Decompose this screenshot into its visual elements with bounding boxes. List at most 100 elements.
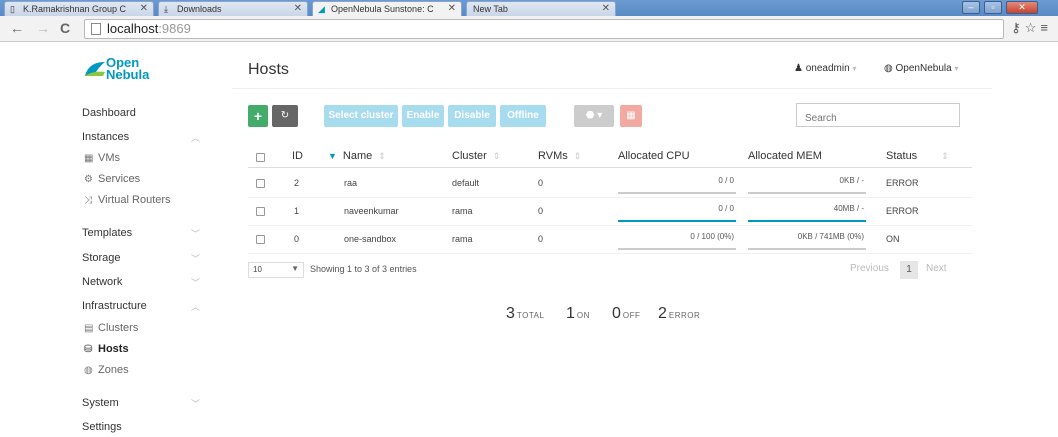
cell-name: one-sandbox bbox=[344, 234, 397, 244]
close-icon[interactable]: ✕ bbox=[294, 3, 302, 14]
sidebar-item-vms[interactable]: ▦ VMs bbox=[84, 152, 202, 164]
sort-icon: ⇕ bbox=[941, 151, 949, 161]
column-label: Allocated MEM bbox=[748, 150, 822, 162]
back-arrow-icon[interactable]: ← bbox=[10, 20, 24, 36]
sidebar-item-label: System bbox=[82, 397, 119, 409]
sidebar-item-system[interactable]: System ﹀ bbox=[82, 397, 200, 409]
sidebar-item-zones[interactable]: ◍ Zones bbox=[84, 364, 202, 376]
table-row[interactable]: 0 one-sandbox rama 0 0 / 100 (0%) 0KB / … bbox=[248, 226, 972, 254]
offline-button[interactable]: Offline bbox=[500, 105, 546, 127]
sidebar-item-label: Templates bbox=[82, 227, 133, 239]
column-id[interactable]: ID bbox=[292, 150, 303, 162]
close-icon[interactable]: ✕ bbox=[602, 3, 610, 14]
cell-rvms: 0 bbox=[538, 178, 544, 188]
browser-tab[interactable]: New Tab ✕ bbox=[466, 1, 616, 16]
disable-button[interactable]: Disable bbox=[448, 105, 496, 127]
minimize-button[interactable]: – bbox=[962, 1, 980, 14]
cell-id: 2 bbox=[294, 178, 300, 188]
on-count: 1 bbox=[566, 305, 575, 322]
sort-icon: ⇕ bbox=[378, 151, 386, 161]
table-row[interactable]: 1 naveenkumar rama 0 0 / 0 40MB / - ERRO… bbox=[248, 198, 972, 226]
sidebar-item-hosts[interactable]: ⛁ Hosts bbox=[84, 343, 202, 355]
browser-tab[interactable]: ⤓ Downloads ✕ bbox=[158, 1, 308, 16]
column-status[interactable]: Status ⇕ bbox=[886, 150, 949, 162]
previous-page-button[interactable]: Previous bbox=[850, 263, 889, 274]
cell-rvms: 0 bbox=[538, 206, 544, 216]
table-header: ID ▼ Name ⇕ Cluster ⇕ RVMs ⇕ Allocated CPU A… bbox=[248, 148, 972, 168]
cell-cluster: rama bbox=[452, 206, 473, 216]
off-count: 0 bbox=[612, 305, 621, 322]
row-checkbox[interactable] bbox=[256, 207, 265, 216]
key-icon[interactable]: ⚷ bbox=[1011, 20, 1025, 35]
cell-id: 1 bbox=[294, 206, 300, 216]
url-port: :9869 bbox=[158, 21, 191, 36]
main-content: Hosts ♟ oneadmin ▾ ◍ OpenNebula ▾ + ↻ Se… bbox=[232, 43, 992, 437]
refresh-button[interactable]: ↻ bbox=[272, 105, 298, 127]
user-icon: ♟ bbox=[794, 63, 803, 74]
sort-asc-icon: ▼ bbox=[328, 151, 337, 161]
column-allocated-cpu[interactable]: Allocated CPU bbox=[618, 150, 690, 162]
zone-menu[interactable]: ◍ OpenNebula ▾ bbox=[884, 63, 958, 74]
cell-cluster: default bbox=[452, 178, 480, 188]
sidebar-item-templates[interactable]: Templates ﹀ bbox=[82, 227, 200, 239]
column-label: Allocated CPU bbox=[618, 150, 690, 162]
cpu-text: 0 / 100 (0%) bbox=[690, 232, 734, 241]
table-row[interactable]: 2 raa default 0 0 / 0 0KB / - ERROR bbox=[248, 170, 972, 198]
delete-button[interactable]: ▦ bbox=[620, 105, 642, 127]
create-host-button[interactable]: + bbox=[248, 105, 268, 127]
column-rvms[interactable]: RVMs ⇕ bbox=[538, 150, 581, 162]
column-allocated-mem[interactable]: Allocated MEM bbox=[748, 150, 822, 162]
mem-meter: 0KB / 741MB (0%) bbox=[748, 230, 866, 250]
page-length-select[interactable]: 10 ▼ bbox=[248, 262, 304, 278]
column-cluster[interactable]: Cluster ⇕ bbox=[452, 150, 500, 162]
sidebar-item-settings[interactable]: Settings bbox=[82, 421, 200, 433]
entries-info: Showing 1 to 3 of 3 entries bbox=[310, 264, 417, 274]
sidebar-item-instances[interactable]: Instances ︿ bbox=[82, 131, 200, 143]
sort-icon: ⇕ bbox=[492, 151, 501, 161]
sidebar-item-dashboard[interactable]: Dashboard bbox=[82, 107, 200, 119]
close-window-button[interactable]: ✕ bbox=[1006, 1, 1038, 14]
browser-tab[interactable]: ▯ K.Ramakrishnan Group C ✕ bbox=[4, 1, 154, 16]
opennebula-favicon-icon: ◢ bbox=[318, 4, 325, 14]
mem-text: 0KB / 741MB (0%) bbox=[797, 232, 864, 241]
forward-arrow-icon[interactable]: → bbox=[36, 20, 50, 36]
user-menu[interactable]: ♟ oneadmin ▾ bbox=[794, 63, 856, 74]
sidebar-item-services[interactable]: ⚙ Services bbox=[84, 173, 202, 185]
labels-button[interactable]: ⬣ ▾ bbox=[574, 105, 614, 127]
chevron-up-icon: ︿ bbox=[190, 302, 200, 312]
cell-cluster: rama bbox=[452, 234, 473, 244]
next-page-button[interactable]: Next bbox=[926, 263, 947, 274]
sidebar-item-infrastructure[interactable]: Infrastructure ︿ bbox=[82, 300, 200, 312]
maximize-button[interactable]: ▫ bbox=[984, 1, 1002, 14]
search-input[interactable] bbox=[796, 103, 960, 127]
mem-meter: 40MB / - bbox=[748, 202, 866, 222]
total-label: TOTAL bbox=[516, 311, 545, 320]
sidebar-item-network[interactable]: Network ﹀ bbox=[82, 276, 200, 288]
menu-icon[interactable]: ≡ bbox=[1040, 20, 1052, 35]
address-bar[interactable]: localhost:9869 bbox=[84, 19, 1004, 39]
select-cluster-button[interactable]: Select cluster bbox=[324, 105, 398, 127]
row-checkbox[interactable] bbox=[256, 235, 265, 244]
close-icon[interactable]: ✕ bbox=[448, 3, 456, 14]
browser-tab-strip: ▯ K.Ramakrishnan Group C ✕ ⤓ Downloads ✕… bbox=[0, 0, 1058, 16]
services-icon: ⚙ bbox=[84, 174, 93, 185]
sidebar-item-label: Dashboard bbox=[82, 107, 136, 119]
globe-icon: ◍ bbox=[884, 63, 893, 74]
sidebar-item-virtual-routers[interactable]: ⤨ Virtual Routers bbox=[84, 194, 202, 206]
refresh-icon: ↻ bbox=[280, 110, 290, 121]
page-icon: ▯ bbox=[10, 4, 15, 14]
reload-icon[interactable]: C bbox=[60, 20, 70, 36]
pagination-bar: 10 ▼ Showing 1 to 3 of 3 entries Previous… bbox=[248, 259, 972, 281]
column-name[interactable]: ▼ Name ⇕ bbox=[328, 150, 386, 162]
page-1-button[interactable]: 1 bbox=[900, 261, 918, 279]
sidebar-item-clusters[interactable]: ▤ Clusters bbox=[84, 322, 202, 334]
row-checkbox[interactable] bbox=[256, 179, 265, 188]
enable-button[interactable]: Enable bbox=[402, 105, 444, 127]
column-label: ID bbox=[292, 150, 303, 162]
select-all-checkbox[interactable] bbox=[256, 153, 265, 162]
browser-tab-active[interactable]: ◢ OpenNebula Sunstone: C ✕ bbox=[312, 1, 462, 16]
star-icon[interactable]: ☆ bbox=[1025, 20, 1041, 35]
page-length-value: 10 bbox=[253, 265, 262, 274]
close-icon[interactable]: ✕ bbox=[140, 3, 148, 14]
sidebar-item-storage[interactable]: Storage ﹀ bbox=[82, 252, 200, 264]
